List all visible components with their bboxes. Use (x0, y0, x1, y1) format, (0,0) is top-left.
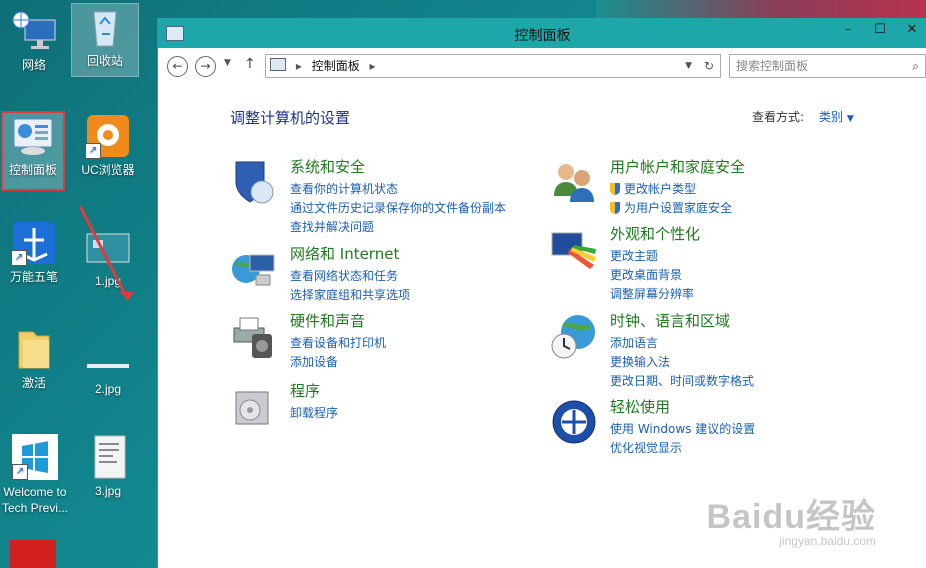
desktop-icon-label: Welcome to Tech Previ... (1, 485, 69, 515)
windows-logo-icon: ↗ (12, 434, 58, 480)
category-link[interactable]: 选择家庭组和共享选项 (290, 286, 410, 303)
close-button[interactable]: ✕ (901, 22, 923, 38)
category-title[interactable]: 程序 (290, 380, 320, 401)
app-desktop-icon-partial[interactable] (10, 540, 56, 568)
file-3jpg-desktop-icon[interactable]: 3.jpg (75, 434, 141, 499)
monitor-palette-icon (550, 225, 598, 273)
desktop-icon-label: 激活 (21, 376, 46, 390)
view-by-label: 查看方式: (752, 110, 805, 124)
control-panel-small-icon (270, 58, 286, 71)
navigation-bar: ← → ▼ ↑ ▸ 控制面板 ▸ ▼ ↻ 搜索控制面板 ⌕ (158, 48, 926, 84)
category-link[interactable]: 使用 Windows 建议的设置 (610, 420, 755, 437)
chevron-down-icon: ▼ (846, 114, 854, 124)
control-panel-icon (10, 113, 56, 159)
network-desktop-icon[interactable]: 网络 (1, 8, 67, 73)
image-file-icon (85, 434, 131, 480)
desktop-icon-label: 3.jpg (94, 484, 122, 498)
desktop-icon-label: 回收站 (86, 54, 123, 68)
recent-locations-chevron-icon[interactable]: ▼ (224, 58, 231, 68)
wanneng-wubi-desktop-icon[interactable]: ↗ 万能五笔 (1, 220, 67, 285)
up-arrow-icon[interactable]: ↑ (244, 56, 256, 72)
shield-icon (230, 158, 278, 206)
network-globe-icon (230, 245, 278, 293)
category-link[interactable]: 更改帐户类型 (610, 180, 696, 197)
programs-box-icon (230, 382, 278, 430)
welcome-desktop-icon[interactable]: ↗ Welcome to Tech Previ... (0, 434, 70, 516)
category-link[interactable]: 查看网络状态和任务 (290, 267, 398, 284)
globe-clock-icon (550, 312, 598, 360)
breadcrumb-separator-icon[interactable]: ▸ (370, 59, 376, 73)
users-icon (550, 158, 598, 206)
refresh-icon[interactable]: ↻ (704, 55, 714, 77)
category-title[interactable]: 时钟、语言和区域 (610, 310, 730, 331)
printer-icon (230, 312, 278, 360)
folder-icon (11, 326, 57, 372)
category-title[interactable]: 硬件和声音 (290, 310, 365, 331)
search-icon[interactable]: ⌕ (912, 55, 919, 77)
back-button[interactable]: ← (167, 56, 188, 77)
recycle-bin-desktop-icon[interactable]: 回收站 (71, 3, 139, 77)
network-icon (11, 8, 57, 54)
jihuo-folder-desktop-icon[interactable]: 激活 (1, 326, 67, 391)
desktop-icon-label: 网络 (21, 58, 46, 72)
shortcut-arrow-icon: ↗ (12, 464, 28, 480)
control-panel-window: 控制面板 – ☐ ✕ ← → ▼ ↑ ▸ 控制面板 ▸ ▼ ↻ 搜索控制面板 ⌕… (157, 18, 926, 568)
window-titlebar[interactable]: 控制面板 – ☐ ✕ (158, 18, 926, 48)
control-panel-desktop-icon[interactable]: 控制面板 (1, 111, 65, 191)
shortcut-arrow-icon: ↗ (85, 143, 101, 159)
category-title[interactable]: 轻松使用 (610, 396, 670, 417)
uac-shield-icon (610, 202, 620, 214)
category-link[interactable]: 查看你的计算机状态 (290, 180, 398, 197)
address-dropdown-icon[interactable]: ▼ (685, 55, 692, 77)
search-box[interactable]: 搜索控制面板 ⌕ (729, 54, 926, 78)
desktop-icon-label: 控制面板 (8, 163, 57, 177)
breadcrumb-control-panel[interactable]: 控制面板 (312, 59, 360, 73)
breadcrumb-separator-icon: ▸ (295, 59, 302, 73)
window-title: 控制面板 (514, 27, 571, 43)
recycle-bin-icon (82, 4, 128, 50)
category-title[interactable]: 系统和安全 (290, 156, 365, 177)
category-link[interactable]: 通过文件历史记录保存你的文件备份副本 (290, 199, 506, 216)
baidu-watermark: Baidu经验 jingyan.baidu.com (707, 489, 876, 548)
category-title[interactable]: 用户帐户和家庭安全 (610, 156, 745, 177)
category-link[interactable]: 卸载程序 (290, 404, 338, 421)
uc-browser-desktop-icon[interactable]: ↗ UC浏览器 (75, 113, 141, 178)
category-link[interactable]: 更换输入法 (610, 353, 670, 370)
view-by-value: 类别 (819, 110, 844, 124)
category-link[interactable]: 更改主题 (610, 247, 658, 264)
wubi-icon: ↗ (11, 220, 57, 266)
uc-browser-icon: ↗ (85, 113, 131, 159)
minimize-button[interactable]: – (837, 22, 859, 38)
category-link[interactable]: 添加语言 (610, 334, 658, 351)
address-bar[interactable]: ▸ 控制面板 ▸ ▼ ↻ (265, 54, 721, 78)
category-link[interactable]: 更改日期、时间或数字格式 (610, 372, 754, 389)
maximize-button[interactable]: ☐ (869, 22, 891, 38)
search-input[interactable]: 搜索控制面板 (736, 59, 808, 73)
forward-button[interactable]: → (195, 56, 216, 77)
category-link[interactable]: 为用户设置家庭安全 (610, 199, 732, 216)
watermark-title: Baidu经验 (706, 498, 876, 536)
category-title[interactable]: 网络和 Internet (290, 243, 399, 264)
page-heading: 调整计算机的设置 (230, 109, 351, 127)
shortcut-arrow-icon: ↗ (11, 250, 27, 266)
ease-of-access-icon (550, 398, 598, 446)
desktop-icon-label: 万能五笔 (9, 270, 58, 284)
category-link[interactable]: 优化视觉显示 (610, 439, 682, 456)
category-link[interactable]: 添加设备 (290, 353, 338, 370)
category-link[interactable]: 查看设备和打印机 (290, 334, 386, 351)
category-link[interactable]: 更改桌面背景 (610, 266, 682, 283)
category-link[interactable]: 查找并解决问题 (290, 218, 374, 235)
uac-shield-icon (610, 183, 620, 195)
desktop-icon-label: UC浏览器 (81, 163, 135, 177)
view-by-dropdown[interactable]: 类别 ▼ (819, 108, 854, 125)
category-link[interactable]: 调整屏幕分辨率 (610, 285, 694, 302)
category-title[interactable]: 外观和个性化 (610, 223, 700, 244)
